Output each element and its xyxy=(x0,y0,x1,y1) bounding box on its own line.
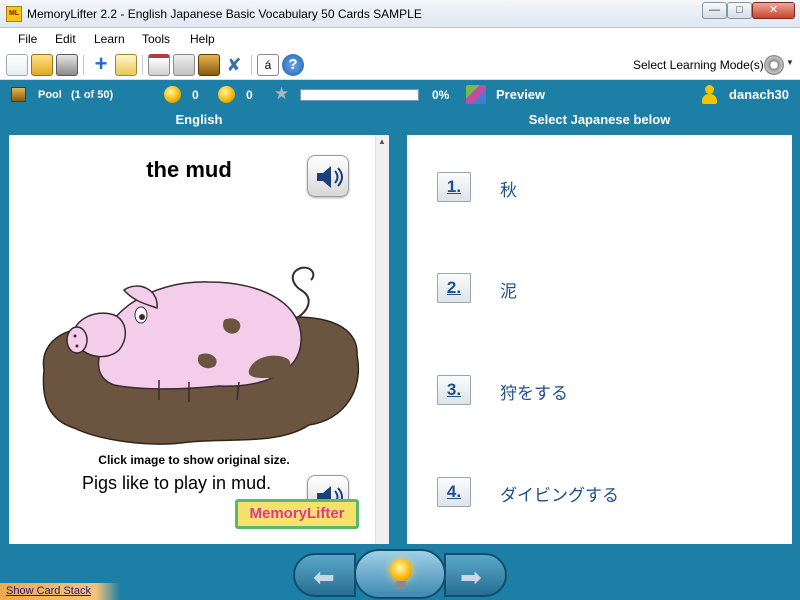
menu-help[interactable]: Help xyxy=(190,32,215,46)
title-bar: ML MemoryLifter 2.2 - English Japanese B… xyxy=(0,0,800,28)
happy-smiley-icon xyxy=(164,86,181,103)
answer-number-button[interactable]: 1. xyxy=(437,172,471,202)
username: danach30 xyxy=(729,87,789,102)
previous-card-button[interactable]: ⬅ xyxy=(293,553,356,597)
answer-text[interactable]: 狩をする xyxy=(500,379,568,404)
lightbulb-icon xyxy=(390,559,412,581)
gear-icon[interactable] xyxy=(764,55,784,75)
lightbulb-base xyxy=(396,581,406,589)
toolbar-separator xyxy=(83,55,84,75)
menu-learn[interactable]: Learn xyxy=(94,32,125,46)
next-card-button[interactable]: ➡ xyxy=(444,553,507,597)
answer-number-button[interactable]: 4. xyxy=(437,477,471,507)
show-answer-button[interactable] xyxy=(354,549,446,599)
new-icon[interactable] xyxy=(6,54,28,76)
answer-text[interactable]: 秋 xyxy=(500,176,517,201)
answer-option[interactable]: 4. ダイビングする xyxy=(437,477,767,507)
toolbar-separator xyxy=(251,55,252,75)
answer-text[interactable]: 泥 xyxy=(500,277,517,302)
minimize-button[interactable]: — xyxy=(702,2,727,19)
print-icon[interactable] xyxy=(56,54,78,76)
presentation-icon[interactable] xyxy=(148,54,170,76)
bottom-navigation: ⬅ ➡ xyxy=(0,545,800,600)
help-icon[interactable]: ? xyxy=(282,54,304,76)
user-icon xyxy=(701,85,717,105)
memorylifter-logo: MemoryLifter xyxy=(235,499,359,529)
speaker-icon xyxy=(317,166,343,188)
pool-count: (1 of 50) xyxy=(71,89,114,101)
menu-bar: File Edit Learn Tools Help xyxy=(0,28,800,50)
show-card-stack-link[interactable]: Show Card Stack xyxy=(0,583,120,600)
toolbar-separator xyxy=(142,55,143,75)
answer-options-panel: 1. 秋 2. 泥 3. 狩をする 4. ダイビングする xyxy=(407,135,792,544)
arrow-right-icon: ➡ xyxy=(460,562,482,592)
app-logo-icon: ML xyxy=(6,6,22,22)
progress-text: 0% xyxy=(432,88,450,102)
window-title: MemoryLifter 2.2 - English Japanese Basi… xyxy=(27,7,422,21)
close-button[interactable]: ✕ xyxy=(752,2,795,19)
scroll-up-arrow-icon[interactable]: ▲ xyxy=(378,137,386,146)
menu-file[interactable]: File xyxy=(18,32,37,46)
pool-box-icon xyxy=(11,87,26,102)
sad-smiley-icon xyxy=(218,86,235,103)
menu-tools[interactable]: Tools xyxy=(142,32,170,46)
add-card-icon[interactable]: + xyxy=(90,53,112,76)
card-box-icon[interactable] xyxy=(198,54,220,76)
edit-icon[interactable] xyxy=(115,54,137,76)
open-icon[interactable] xyxy=(31,54,53,76)
play-word-audio-button[interactable] xyxy=(307,155,349,197)
menu-edit[interactable]: Edit xyxy=(55,32,76,46)
example-sentence: Pigs like to play in mud. xyxy=(82,473,272,493)
question-card: the mud Click image to show original siz… xyxy=(9,135,389,544)
image-caption: Click image to show original size. xyxy=(98,453,290,467)
status-bar: Pool (1 of 50) 0 0 ★ 0% Preview danach30 xyxy=(0,81,800,109)
preview-icon[interactable] xyxy=(466,85,486,104)
character-map-icon[interactable]: á xyxy=(257,54,279,76)
preview-label[interactable]: Preview xyxy=(496,87,545,102)
pool-label: Pool xyxy=(38,89,62,101)
progress-bar xyxy=(300,89,419,101)
answer-number-button[interactable]: 3. xyxy=(437,375,471,405)
answer-text[interactable]: ダイビングする xyxy=(500,481,619,506)
chevron-down-icon[interactable]: ▼ xyxy=(786,58,794,67)
toolbar: + ✘ á ? Select Learning Mode(s) ▼ xyxy=(0,50,800,80)
answer-option[interactable]: 1. 秋 xyxy=(437,172,767,202)
card-scrollbar[interactable]: ▲ xyxy=(375,135,389,544)
select-learning-mode-label[interactable]: Select Learning Mode(s) xyxy=(633,58,764,72)
arrow-left-icon: ⬅ xyxy=(313,562,335,592)
star-icon: ★ xyxy=(274,84,290,103)
answer-option[interactable]: 3. 狩をする xyxy=(437,375,767,405)
pig-in-mud-image[interactable] xyxy=(39,260,369,450)
question-pane-header: English xyxy=(175,112,223,127)
maximize-button[interactable]: □ xyxy=(727,2,752,19)
wrong-count: 0 xyxy=(246,88,253,102)
answer-option[interactable]: 2. 泥 xyxy=(437,273,767,303)
right-count: 0 xyxy=(192,88,199,102)
answer-pane-header: Select Japanese below xyxy=(528,112,671,127)
answer-number-button[interactable]: 2. xyxy=(437,273,471,303)
settings-tools-icon[interactable]: ✘ xyxy=(223,54,245,76)
statistics-icon[interactable] xyxy=(173,54,195,76)
